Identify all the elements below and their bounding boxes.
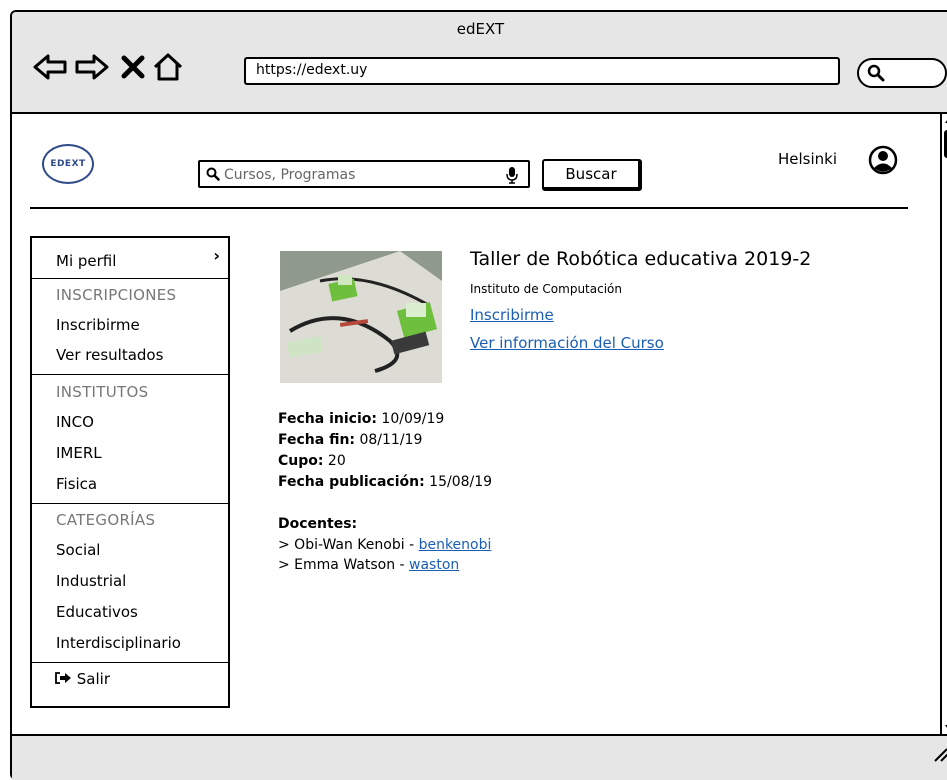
fecha-fin-value: 08/11/19 [355, 432, 423, 448]
sidebar-item-fisica[interactable]: Fisica [56, 475, 97, 493]
forward-arrow-icon[interactable] [74, 52, 110, 82]
sidebar-item-ver-resultados[interactable]: Ver resultados [56, 346, 163, 364]
docente-name: > Obi-Wan Kenobi - [278, 537, 419, 553]
resize-grip-icon[interactable] [931, 748, 947, 762]
sidebar-item-interdisciplinario[interactable]: Interdisciplinario [56, 634, 181, 652]
logout-icon [55, 672, 71, 684]
robotics-photo [280, 251, 442, 383]
sidebar-divider [32, 662, 228, 663]
docentes-heading: Docentes: [278, 516, 357, 532]
cupo-row: Cupo: 20 [278, 453, 346, 469]
fecha-publicacion-value: 15/08/19 [424, 474, 493, 490]
sidebar-menu: Mi perfil › INSCRIPCIONES Inscribirme Ve… [30, 236, 230, 708]
status-bar [12, 734, 947, 780]
cupo-value: 20 [323, 453, 346, 469]
sidebar-item-inco[interactable]: INCO [56, 413, 94, 431]
browser-chrome: edEXT https://edext.uy [12, 12, 947, 114]
edext-logo[interactable]: EDEXT [42, 144, 94, 184]
fecha-inicio-label: Fecha inicio: [278, 411, 377, 427]
window-title: edEXT [456, 20, 505, 38]
site-search-box[interactable] [198, 160, 530, 188]
sidebar-item-salir[interactable]: Salir [54, 670, 110, 688]
fecha-publicacion-label: Fecha publicación: [278, 474, 425, 490]
docente-row: > Emma Watson - waston [278, 557, 459, 573]
back-arrow-icon[interactable] [32, 52, 68, 82]
page-content: EDEXT Buscar Helsinki Mi perfil › [12, 114, 930, 734]
section-header-institutos: INSTITUTOS [56, 383, 149, 401]
search-button[interactable]: Buscar [542, 159, 642, 191]
docente-user-link[interactable]: benkenobi [419, 537, 492, 553]
browser-search-field[interactable] [857, 58, 947, 88]
course-title: Taller de Robótica educativa 2019-2 [470, 248, 812, 270]
stop-x-icon[interactable] [120, 52, 146, 82]
user-avatar-icon[interactable] [868, 145, 898, 175]
sidebar-item-industrial[interactable]: Industrial [56, 572, 126, 590]
user-name[interactable]: Helsinki [778, 150, 837, 168]
sidebar-item-imerl[interactable]: IMERL [56, 444, 102, 462]
docente-name: > Emma Watson - [278, 557, 410, 573]
course-institute: Instituto de Computación [470, 282, 622, 296]
header-divider [30, 207, 908, 209]
sidebar-item-label: Salir [76, 670, 110, 688]
fecha-inicio-value: 10/09/19 [376, 411, 445, 427]
home-icon[interactable] [152, 52, 184, 82]
search-icon [867, 64, 885, 82]
sidebar-item-social[interactable]: Social [56, 541, 100, 559]
fecha-fin-label: Fecha fin: [278, 432, 356, 448]
chevron-right-icon: › [213, 246, 220, 265]
docente-row: > Obi-Wan Kenobi - benkenobi [278, 537, 491, 553]
docentes-label: Docentes: [278, 516, 358, 532]
fecha-fin-row: Fecha fin: 08/11/19 [278, 432, 422, 448]
course-info-link[interactable]: Ver información del Curso [470, 334, 664, 352]
sidebar-divider [32, 278, 228, 279]
vertical-scrollbar[interactable] [940, 114, 947, 734]
url-bar[interactable]: https://edext.uy [244, 57, 840, 85]
section-header-categorias: CATEGORÍAS [56, 511, 156, 529]
enroll-link[interactable]: Inscribirme [470, 306, 554, 324]
sidebar-divider [32, 503, 228, 504]
browser-window: edEXT https://edext.uy EDEXT Cursos, Pro… [10, 10, 947, 780]
search-input[interactable] [222, 163, 496, 187]
sidebar-divider [32, 374, 228, 375]
fecha-inicio-row: Fecha inicio: 10/09/19 [278, 411, 444, 427]
fecha-publicacion-row: Fecha publicación: 15/08/19 [278, 474, 492, 490]
microphone-icon[interactable] [506, 166, 518, 184]
docente-user-link[interactable]: waston [409, 557, 459, 573]
sidebar-item-inscribirme[interactable]: Inscribirme [56, 316, 140, 334]
search-icon [206, 167, 220, 181]
course-image [280, 251, 442, 383]
sidebar-item-label: Mi perfil [56, 252, 117, 270]
section-header-inscripciones: INSCRIPCIONES [56, 286, 177, 304]
cupo-label: Cupo: [278, 453, 324, 469]
sidebar-item-educativos[interactable]: Educativos [56, 603, 138, 621]
sidebar-item-mi-perfil[interactable]: Mi perfil [56, 252, 232, 270]
